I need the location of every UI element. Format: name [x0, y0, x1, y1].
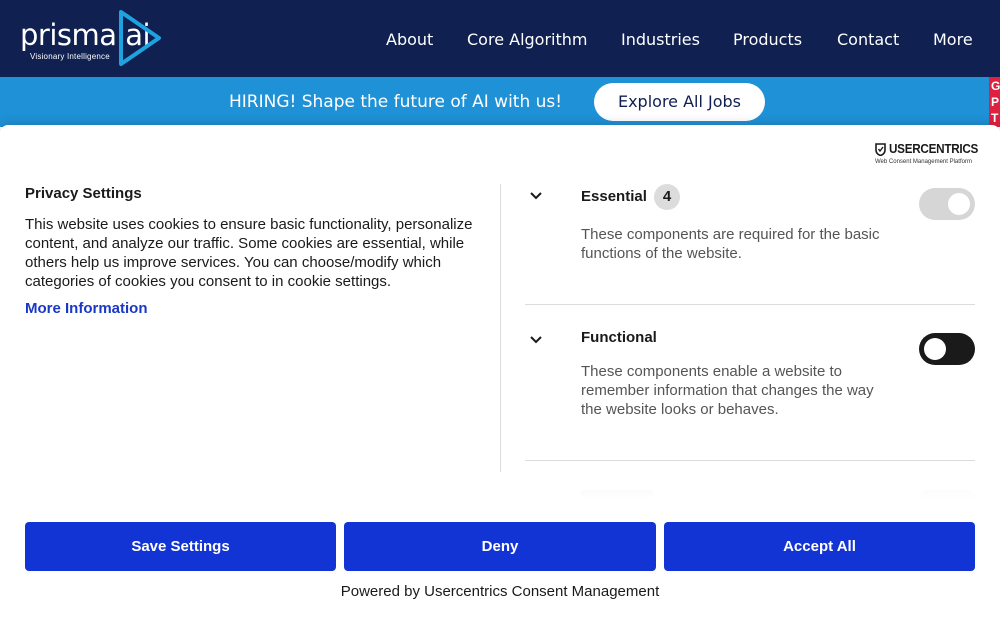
nav-products[interactable]: Products [733, 30, 802, 50]
nav-core-algorithm[interactable]: Core Algorithm [467, 30, 587, 50]
side-tab-letter: G [991, 79, 1000, 93]
essential-toggle[interactable] [919, 188, 975, 220]
category-divider [525, 304, 975, 305]
privacy-description: This website uses cookies to ensure basi… [25, 216, 473, 290]
prisma-logo[interactable]: prisma.ai Visionary Intelligence [20, 10, 165, 66]
logo-tagline: Visionary Intelligence [30, 52, 110, 61]
functional-toggle[interactable] [919, 333, 975, 365]
hiring-text: HIRING! Shape the future of AI with us! [229, 92, 563, 112]
category-title-essential: Essential [581, 188, 647, 205]
powered-by-text: Powered by Usercentrics Consent Manageme… [340, 583, 660, 600]
play-triangle-icon [119, 10, 161, 66]
category-title-functional: Functional [581, 329, 657, 346]
category-description-essential: These components are required for the ba… [581, 226, 880, 262]
toggle-knob [948, 193, 970, 215]
chevron-down-icon[interactable] [528, 188, 544, 204]
usercentrics-wordmark: USERCENTRICS [889, 141, 979, 156]
toggle-knob [924, 338, 946, 360]
nav-contact[interactable]: Contact [837, 30, 899, 50]
consent-dialog: USERCENTRICS Web Consent Management Plat… [0, 125, 1000, 625]
explore-jobs-button[interactable]: Explore All Jobs [594, 83, 765, 121]
usercentrics-subtitle: Web Consent Management Platform [875, 159, 972, 165]
side-tab-letter: P [991, 95, 1000, 109]
side-tab[interactable]: G P T [989, 77, 1000, 127]
site-header: prisma.ai Visionary Intelligence About C… [0, 0, 1000, 77]
save-settings-button[interactable]: Save Settings [25, 522, 336, 571]
nav-about[interactable]: About [386, 30, 433, 50]
more-information-link[interactable]: More Information [25, 300, 148, 318]
privacy-settings-title: Privacy Settings [25, 185, 142, 202]
shield-icon [875, 143, 886, 156]
column-divider [500, 184, 501, 472]
hiring-banner: HIRING! Shape the future of AI with us! … [0, 77, 1000, 127]
accept-all-button[interactable]: Accept All [664, 522, 975, 571]
usercentrics-logo: USERCENTRICS Web Consent Management Plat… [875, 141, 979, 167]
chevron-down-icon[interactable] [528, 332, 544, 348]
nav-industries[interactable]: Industries [621, 30, 700, 50]
category-description-functional: These components enable a website to rem… [581, 363, 874, 418]
category-divider [525, 460, 975, 461]
side-tab-letter: T [991, 111, 999, 125]
scroll-fade [0, 480, 1000, 500]
nav-more[interactable]: More [933, 30, 973, 50]
category-count-badge: 4 [654, 184, 680, 210]
deny-button[interactable]: Deny [344, 522, 656, 571]
